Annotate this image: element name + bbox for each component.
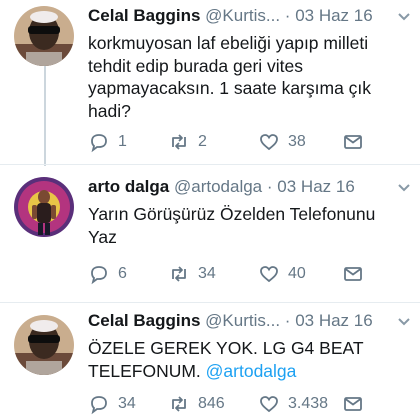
tweet-text: korkmuyosan laf ebeliği yapıp milleti te…: [88, 32, 402, 122]
tweet-text-line: tehdit edip burada geri vites: [88, 55, 303, 76]
reply-button[interactable]: 34: [88, 393, 136, 415]
like-button[interactable]: 40: [258, 263, 306, 285]
tweet-text-line: yapmayacaksın. 1 saate karşıma çık: [88, 78, 372, 98]
avatar-arto-dalga[interactable]: [14, 177, 74, 237]
tweet-actions: 1 2 38: [88, 131, 390, 155]
retweet-count: 34: [198, 265, 216, 282]
reply-icon: [91, 134, 107, 153]
tweet-text-line: TELEFONUM. @artodalga: [88, 360, 402, 383]
retweet-count: 846: [198, 395, 225, 412]
reply-count: 34: [118, 395, 136, 412]
heart-icon: [260, 396, 278, 413]
tweet-thread: Celal Baggins @Kurtis... · 03 Haz 16 kor…: [0, 0, 420, 415]
chevron-down-icon[interactable]: [396, 179, 412, 195]
like-count: 3.438: [288, 395, 329, 412]
tweet-actions: 6 34 40: [88, 263, 390, 287]
reply-icon: [91, 396, 107, 415]
mention-link[interactable]: @artodalga: [206, 361, 297, 381]
tweet-text: ÖZELE GEREK YOK. LG G4 BEAT TELEFONUM. @…: [88, 337, 402, 382]
retweet-icon: [172, 134, 186, 150]
retweet-icon: [172, 266, 186, 282]
tweet-text-line: Yaz: [88, 226, 117, 247]
tweet-header: Celal Baggins @Kurtis... · 03 Haz 16: [88, 6, 412, 30]
retweet-button[interactable]: 846: [168, 393, 225, 415]
author-handle[interactable]: @Kurtis...: [205, 6, 280, 25]
retweet-button[interactable]: 2: [168, 131, 207, 153]
tweet-text-line: hadi?: [88, 100, 131, 121]
like-count: 40: [288, 265, 306, 282]
tweet-header: arto dalga @artodalga · 03 Haz 16: [88, 177, 412, 201]
tweet-actions: 34 846 3.438: [88, 393, 390, 417]
author-name[interactable]: Celal Baggins: [88, 6, 200, 25]
avatar-celal-baggins[interactable]: [14, 315, 74, 375]
tweet-text-fragment: TELEFONUM.: [88, 360, 206, 381]
tweet-header: Celal Baggins @Kurtis... · 03 Haz 16: [88, 311, 412, 335]
tweet-text: Yarın Görüşürüz Özelden Telefonunu Yaz: [88, 203, 402, 248]
reply-count: 6: [118, 265, 127, 282]
heart-icon: [260, 134, 278, 151]
retweet-icon: [172, 396, 186, 412]
tweet-3[interactable]: Celal Baggins @Kurtis... · 03 Haz 16 ÖZE…: [0, 302, 420, 416]
reply-button[interactable]: 6: [88, 263, 127, 285]
retweet-count: 2: [198, 133, 207, 150]
separator-dot: ·: [284, 311, 291, 330]
retweet-button[interactable]: 34: [168, 263, 216, 285]
tweet-1[interactable]: Celal Baggins @Kurtis... · 03 Haz 16 kor…: [0, 0, 420, 164]
separator-dot: ·: [266, 177, 273, 196]
heart-icon: [260, 266, 278, 283]
like-button[interactable]: 3.438: [258, 393, 328, 415]
direct-message-button[interactable]: [342, 131, 372, 153]
tweet-2[interactable]: arto dalga @artodalga · 03 Haz 16 Yarın …: [0, 164, 420, 303]
envelope-icon: [344, 135, 362, 149]
envelope-icon: [344, 397, 362, 411]
tweet-date[interactable]: 03 Haz 16: [295, 311, 373, 330]
tweet-date[interactable]: 03 Haz 16: [277, 177, 355, 196]
tweet-text-line: korkmuyosan laf ebeliği yapıp milleti: [88, 33, 369, 53]
tweet-text-line: Yarın Görüşürüz Özelden Telefonunu: [88, 204, 376, 224]
tweet-text-line: ÖZELE GEREK YOK. LG G4 BEAT: [88, 338, 364, 358]
tweet-date[interactable]: 03 Haz 16: [295, 6, 373, 25]
avatar-celal-baggins[interactable]: [14, 6, 74, 66]
reply-icon: [91, 266, 107, 285]
author-handle[interactable]: @artodalga: [174, 177, 262, 196]
direct-message-button[interactable]: [342, 393, 372, 415]
like-button[interactable]: 38: [258, 131, 306, 153]
separator-dot: ·: [284, 6, 291, 25]
reply-count: 1: [118, 133, 127, 150]
chevron-down-icon[interactable]: [396, 8, 412, 24]
author-name[interactable]: arto dalga: [88, 177, 169, 196]
author-name[interactable]: Celal Baggins: [88, 311, 200, 330]
like-count: 38: [288, 133, 306, 150]
reply-button[interactable]: 1: [88, 131, 127, 153]
direct-message-button[interactable]: [342, 263, 372, 285]
author-handle[interactable]: @Kurtis...: [205, 311, 280, 330]
envelope-icon: [344, 267, 362, 281]
chevron-down-icon[interactable]: [396, 313, 412, 329]
